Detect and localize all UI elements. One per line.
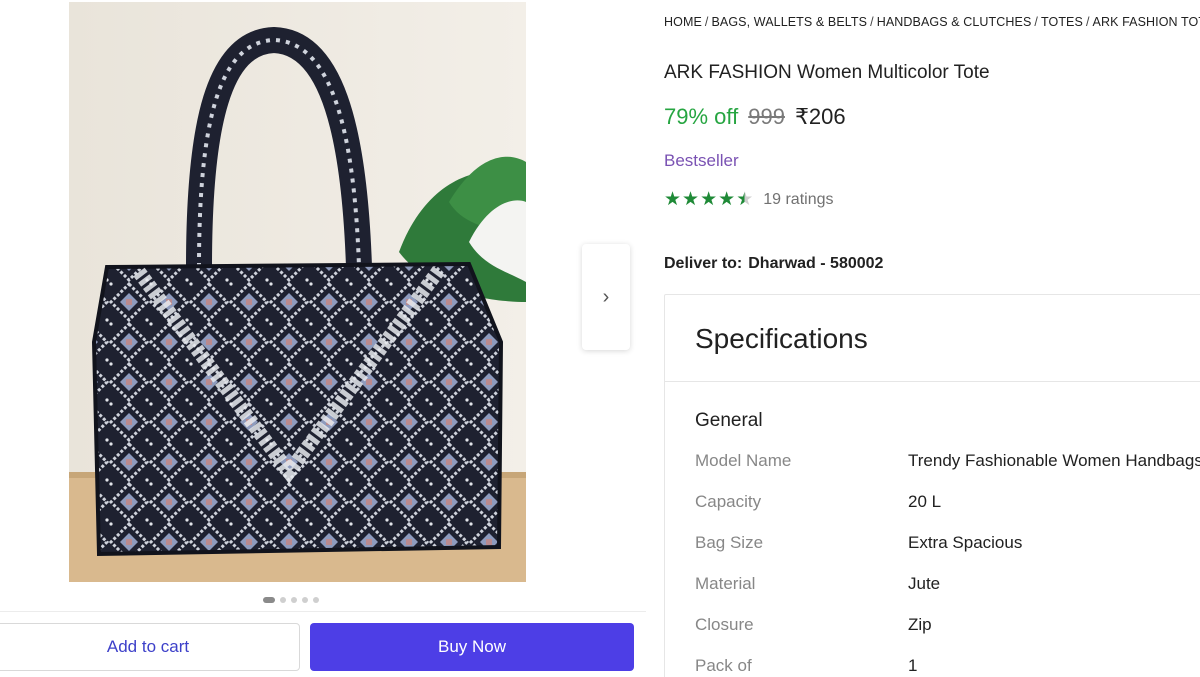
- breadcrumb-home[interactable]: HOME: [664, 15, 702, 29]
- star-icon: ★: [700, 189, 718, 210]
- star-icon: ★: [718, 189, 736, 210]
- price-row: 79% off 999 ₹206: [664, 104, 846, 130]
- delivery-location[interactable]: Deliver to: Dharwad - 580002: [664, 255, 883, 273]
- spec-key: Material: [695, 574, 756, 593]
- specifications-heading: Specifications: [665, 295, 1200, 382]
- spec-value: Jute: [908, 574, 941, 593]
- spec-key: Bag Size: [695, 533, 764, 552]
- add-to-cart-button[interactable]: Add to cart: [0, 623, 300, 671]
- spec-key: Model Name: [695, 451, 792, 470]
- spec-value: 1: [908, 656, 918, 675]
- tote-bag-photo: [69, 2, 526, 582]
- spec-group-title: General: [695, 410, 763, 431]
- star-icon: ★: [664, 189, 682, 210]
- image-carousel-dots: [263, 597, 319, 603]
- spec-value: Extra Spacious: [908, 533, 1023, 552]
- spec-value: Zip: [908, 615, 932, 634]
- spec-row: Closure Zip: [695, 615, 1200, 656]
- breadcrumb-totes[interactable]: TOTES: [1041, 15, 1083, 29]
- buy-now-button[interactable]: Buy Now: [310, 623, 634, 671]
- carousel-dot[interactable]: [302, 597, 308, 603]
- spec-value: 20 L: [908, 492, 942, 511]
- carousel-dot[interactable]: [313, 597, 319, 603]
- spec-key: Capacity: [695, 492, 762, 511]
- star-icon: ★: [682, 189, 700, 210]
- carousel-dot-active[interactable]: [263, 597, 275, 603]
- spec-key: Closure: [695, 615, 754, 634]
- carousel-dot[interactable]: [291, 597, 297, 603]
- star-icon: ★: [736, 189, 754, 210]
- breadcrumb: HOME / BAGS, WALLETS & BELTS / HANDBAGS & CL…: [664, 15, 1200, 29]
- star-rating: ★ ★ ★ ★ ★: [664, 190, 753, 209]
- spec-row: Pack of 1: [695, 656, 1200, 677]
- spec-key: Pack of: [695, 656, 752, 675]
- action-bar: Add to cart Buy Now: [0, 611, 646, 677]
- spec-row: Capacity 20 L: [695, 492, 1200, 533]
- spec-row: Bag Size Extra Spacious: [695, 533, 1200, 574]
- breadcrumb-handbags-clutches[interactable]: HANDBAGS & CLUTCHES: [877, 15, 1032, 29]
- breadcrumb-bags-wallets-belts[interactable]: BAGS, WALLETS & BELTS: [711, 15, 867, 29]
- product-title: ARK FASHION Women Multicolor Tote: [664, 62, 990, 83]
- chevron-right-icon: ›: [602, 285, 610, 308]
- selling-price: ₹206: [794, 104, 846, 129]
- original-price: 999: [748, 104, 785, 129]
- spec-row: Material Jute: [695, 574, 1200, 615]
- delivery-pincode[interactable]: Dharwad - 580002: [748, 255, 883, 272]
- product-image[interactable]: [69, 2, 526, 582]
- discount-percent: 79% off: [664, 104, 739, 129]
- specifications-card: Specifications General Model Name Trendy …: [664, 294, 1200, 677]
- rating-row[interactable]: ★ ★ ★ ★ ★ 19 ratings: [664, 190, 834, 209]
- bestseller-badge: Bestseller: [664, 151, 739, 170]
- carousel-dot[interactable]: [280, 597, 286, 603]
- spec-value: Trendy Fashionable Women Handbags: [908, 451, 1200, 470]
- ratings-count[interactable]: 19 ratings: [763, 191, 833, 209]
- next-image-button[interactable]: ›: [582, 244, 630, 350]
- deliver-to-label: Deliver to:: [664, 255, 743, 272]
- breadcrumb-ark-fashion-totes[interactable]: ARK FASHION TOTES: [1093, 15, 1200, 29]
- spec-table: Model Name Trendy Fashionable Women Handb…: [695, 451, 1200, 677]
- spec-row: Model Name Trendy Fashionable Women Handb…: [695, 451, 1200, 492]
